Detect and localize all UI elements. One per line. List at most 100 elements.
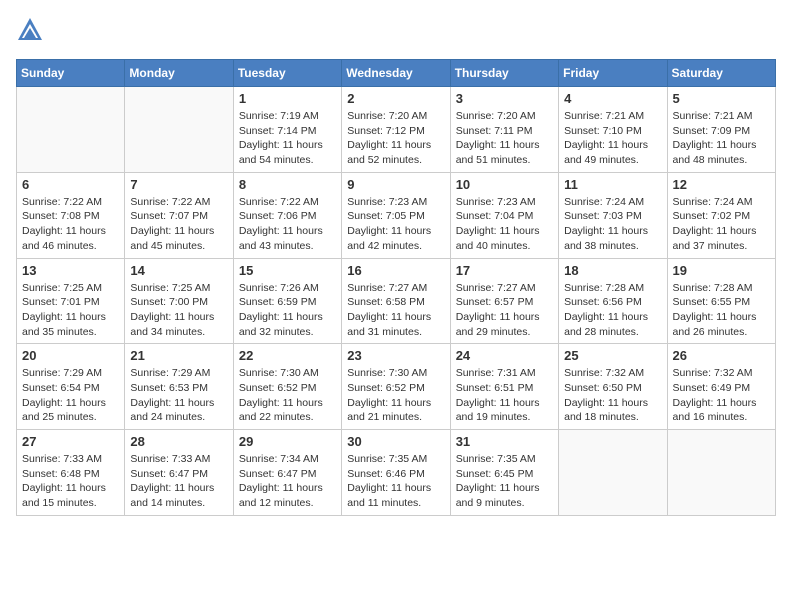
calendar-cell: 29 Sunrise: 7:34 AM Sunset: 6:47 PM Dayli…: [233, 430, 341, 516]
calendar-header-tuesday: Tuesday: [233, 60, 341, 87]
day-info: Sunrise: 7:24 AM Sunset: 7:03 PM Dayligh…: [564, 195, 661, 254]
day-info: Sunrise: 7:24 AM Sunset: 7:02 PM Dayligh…: [673, 195, 770, 254]
calendar-week-row: 1 Sunrise: 7:19 AM Sunset: 7:14 PM Daylig…: [17, 87, 776, 173]
day-info: Sunrise: 7:28 AM Sunset: 6:55 PM Dayligh…: [673, 281, 770, 340]
day-number: 28: [130, 434, 227, 449]
calendar-cell: 7 Sunrise: 7:22 AM Sunset: 7:07 PM Daylig…: [125, 172, 233, 258]
calendar-cell: 1 Sunrise: 7:19 AM Sunset: 7:14 PM Daylig…: [233, 87, 341, 173]
day-number: 16: [347, 263, 444, 278]
day-info: Sunrise: 7:20 AM Sunset: 7:12 PM Dayligh…: [347, 109, 444, 168]
calendar-cell: 15Sunrise: 7:26 AM Sunset: 6:59 PM Dayli…: [233, 258, 341, 344]
calendar-cell: 25 Sunrise: 7:32 AM Sunset: 6:50 PM Dayli…: [559, 344, 667, 430]
calendar-cell: 10Sunrise: 7:23 AM Sunset: 7:04 PM Dayli…: [450, 172, 558, 258]
calendar-cell: 13 Sunrise: 7:25 AM Sunset: 7:01 PM Dayli…: [17, 258, 125, 344]
calendar-cell: 23Sunrise: 7:30 AM Sunset: 6:52 PM Dayli…: [342, 344, 450, 430]
calendar-cell: [559, 430, 667, 516]
day-number: 4: [564, 91, 661, 106]
day-number: 21: [130, 348, 227, 363]
day-number: 6: [22, 177, 119, 192]
day-info: Sunrise: 7:22 AM Sunset: 7:08 PM Dayligh…: [22, 195, 119, 254]
calendar-header-sunday: Sunday: [17, 60, 125, 87]
calendar-cell: 12Sunrise: 7:24 AM Sunset: 7:02 PM Dayli…: [667, 172, 775, 258]
calendar-cell: [17, 87, 125, 173]
calendar-cell: 17 Sunrise: 7:27 AM Sunset: 6:57 PM Dayli…: [450, 258, 558, 344]
day-number: 3: [456, 91, 553, 106]
calendar-cell: 8 Sunrise: 7:22 AM Sunset: 7:06 PM Daylig…: [233, 172, 341, 258]
calendar-cell: 3Sunrise: 7:20 AM Sunset: 7:11 PM Daylig…: [450, 87, 558, 173]
day-number: 13: [22, 263, 119, 278]
day-number: 18: [564, 263, 661, 278]
calendar-cell: 19 Sunrise: 7:28 AM Sunset: 6:55 PM Dayli…: [667, 258, 775, 344]
day-number: 29: [239, 434, 336, 449]
day-info: Sunrise: 7:35 AM Sunset: 6:46 PM Dayligh…: [347, 452, 444, 511]
day-info: Sunrise: 7:21 AM Sunset: 7:10 PM Dayligh…: [564, 109, 661, 168]
day-number: 8: [239, 177, 336, 192]
calendar-week-row: 13 Sunrise: 7:25 AM Sunset: 7:01 PM Dayli…: [17, 258, 776, 344]
day-number: 5: [673, 91, 770, 106]
day-number: 17: [456, 263, 553, 278]
calendar-week-row: 27 Sunrise: 7:33 AM Sunset: 6:48 PM Dayli…: [17, 430, 776, 516]
day-info: Sunrise: 7:19 AM Sunset: 7:14 PM Dayligh…: [239, 109, 336, 168]
day-number: 27: [22, 434, 119, 449]
calendar-cell: 21 Sunrise: 7:29 AM Sunset: 6:53 PM Dayli…: [125, 344, 233, 430]
day-number: 9: [347, 177, 444, 192]
day-number: 14: [130, 263, 227, 278]
day-number: 25: [564, 348, 661, 363]
logo-icon: [16, 16, 44, 49]
day-info: Sunrise: 7:29 AM Sunset: 6:53 PM Dayligh…: [130, 366, 227, 425]
calendar-cell: 16 Sunrise: 7:27 AM Sunset: 6:58 PM Dayli…: [342, 258, 450, 344]
day-number: 22: [239, 348, 336, 363]
day-info: Sunrise: 7:32 AM Sunset: 6:49 PM Dayligh…: [673, 366, 770, 425]
calendar-cell: 2Sunrise: 7:20 AM Sunset: 7:12 PM Daylig…: [342, 87, 450, 173]
day-info: Sunrise: 7:23 AM Sunset: 7:04 PM Dayligh…: [456, 195, 553, 254]
calendar-header-friday: Friday: [559, 60, 667, 87]
calendar-week-row: 6 Sunrise: 7:22 AM Sunset: 7:08 PM Daylig…: [17, 172, 776, 258]
calendar-cell: 9 Sunrise: 7:23 AM Sunset: 7:05 PM Daylig…: [342, 172, 450, 258]
calendar-table: SundayMondayTuesdayWednesdayThursdayFrid…: [16, 59, 776, 516]
calendar-header-monday: Monday: [125, 60, 233, 87]
calendar-cell: [667, 430, 775, 516]
day-number: 26: [673, 348, 770, 363]
day-info: Sunrise: 7:25 AM Sunset: 7:01 PM Dayligh…: [22, 281, 119, 340]
day-info: Sunrise: 7:33 AM Sunset: 6:47 PM Dayligh…: [130, 452, 227, 511]
calendar-cell: 27 Sunrise: 7:33 AM Sunset: 6:48 PM Dayli…: [17, 430, 125, 516]
calendar-header-thursday: Thursday: [450, 60, 558, 87]
day-info: Sunrise: 7:23 AM Sunset: 7:05 PM Dayligh…: [347, 195, 444, 254]
logo: [16, 16, 48, 49]
calendar-cell: 20 Sunrise: 7:29 AM Sunset: 6:54 PM Dayli…: [17, 344, 125, 430]
day-info: Sunrise: 7:21 AM Sunset: 7:09 PM Dayligh…: [673, 109, 770, 168]
day-info: Sunrise: 7:30 AM Sunset: 6:52 PM Dayligh…: [239, 366, 336, 425]
day-number: 19: [673, 263, 770, 278]
day-info: Sunrise: 7:33 AM Sunset: 6:48 PM Dayligh…: [22, 452, 119, 511]
calendar-cell: 24 Sunrise: 7:31 AM Sunset: 6:51 PM Dayli…: [450, 344, 558, 430]
day-info: Sunrise: 7:31 AM Sunset: 6:51 PM Dayligh…: [456, 366, 553, 425]
calendar-cell: 31Sunrise: 7:35 AM Sunset: 6:45 PM Dayli…: [450, 430, 558, 516]
day-info: Sunrise: 7:27 AM Sunset: 6:57 PM Dayligh…: [456, 281, 553, 340]
day-info: Sunrise: 7:22 AM Sunset: 7:06 PM Dayligh…: [239, 195, 336, 254]
calendar-header-row: SundayMondayTuesdayWednesdayThursdayFrid…: [17, 60, 776, 87]
day-number: 23: [347, 348, 444, 363]
calendar-header-saturday: Saturday: [667, 60, 775, 87]
day-info: Sunrise: 7:35 AM Sunset: 6:45 PM Dayligh…: [456, 452, 553, 511]
day-number: 24: [456, 348, 553, 363]
calendar-cell: 28 Sunrise: 7:33 AM Sunset: 6:47 PM Dayli…: [125, 430, 233, 516]
calendar-cell: 18 Sunrise: 7:28 AM Sunset: 6:56 PM Dayli…: [559, 258, 667, 344]
day-info: Sunrise: 7:34 AM Sunset: 6:47 PM Dayligh…: [239, 452, 336, 511]
day-info: Sunrise: 7:27 AM Sunset: 6:58 PM Dayligh…: [347, 281, 444, 340]
day-number: 7: [130, 177, 227, 192]
day-info: Sunrise: 7:28 AM Sunset: 6:56 PM Dayligh…: [564, 281, 661, 340]
calendar-cell: 6 Sunrise: 7:22 AM Sunset: 7:08 PM Daylig…: [17, 172, 125, 258]
calendar-cell: 5 Sunrise: 7:21 AM Sunset: 7:09 PM Daylig…: [667, 87, 775, 173]
day-info: Sunrise: 7:22 AM Sunset: 7:07 PM Dayligh…: [130, 195, 227, 254]
page-header: [16, 16, 776, 49]
day-info: Sunrise: 7:32 AM Sunset: 6:50 PM Dayligh…: [564, 366, 661, 425]
day-number: 1: [239, 91, 336, 106]
calendar-cell: 30Sunrise: 7:35 AM Sunset: 6:46 PM Dayli…: [342, 430, 450, 516]
day-info: Sunrise: 7:29 AM Sunset: 6:54 PM Dayligh…: [22, 366, 119, 425]
day-number: 15: [239, 263, 336, 278]
day-number: 11: [564, 177, 661, 192]
calendar-cell: 26 Sunrise: 7:32 AM Sunset: 6:49 PM Dayli…: [667, 344, 775, 430]
day-number: 20: [22, 348, 119, 363]
calendar-cell: 11 Sunrise: 7:24 AM Sunset: 7:03 PM Dayli…: [559, 172, 667, 258]
calendar-cell: 4 Sunrise: 7:21 AM Sunset: 7:10 PM Daylig…: [559, 87, 667, 173]
